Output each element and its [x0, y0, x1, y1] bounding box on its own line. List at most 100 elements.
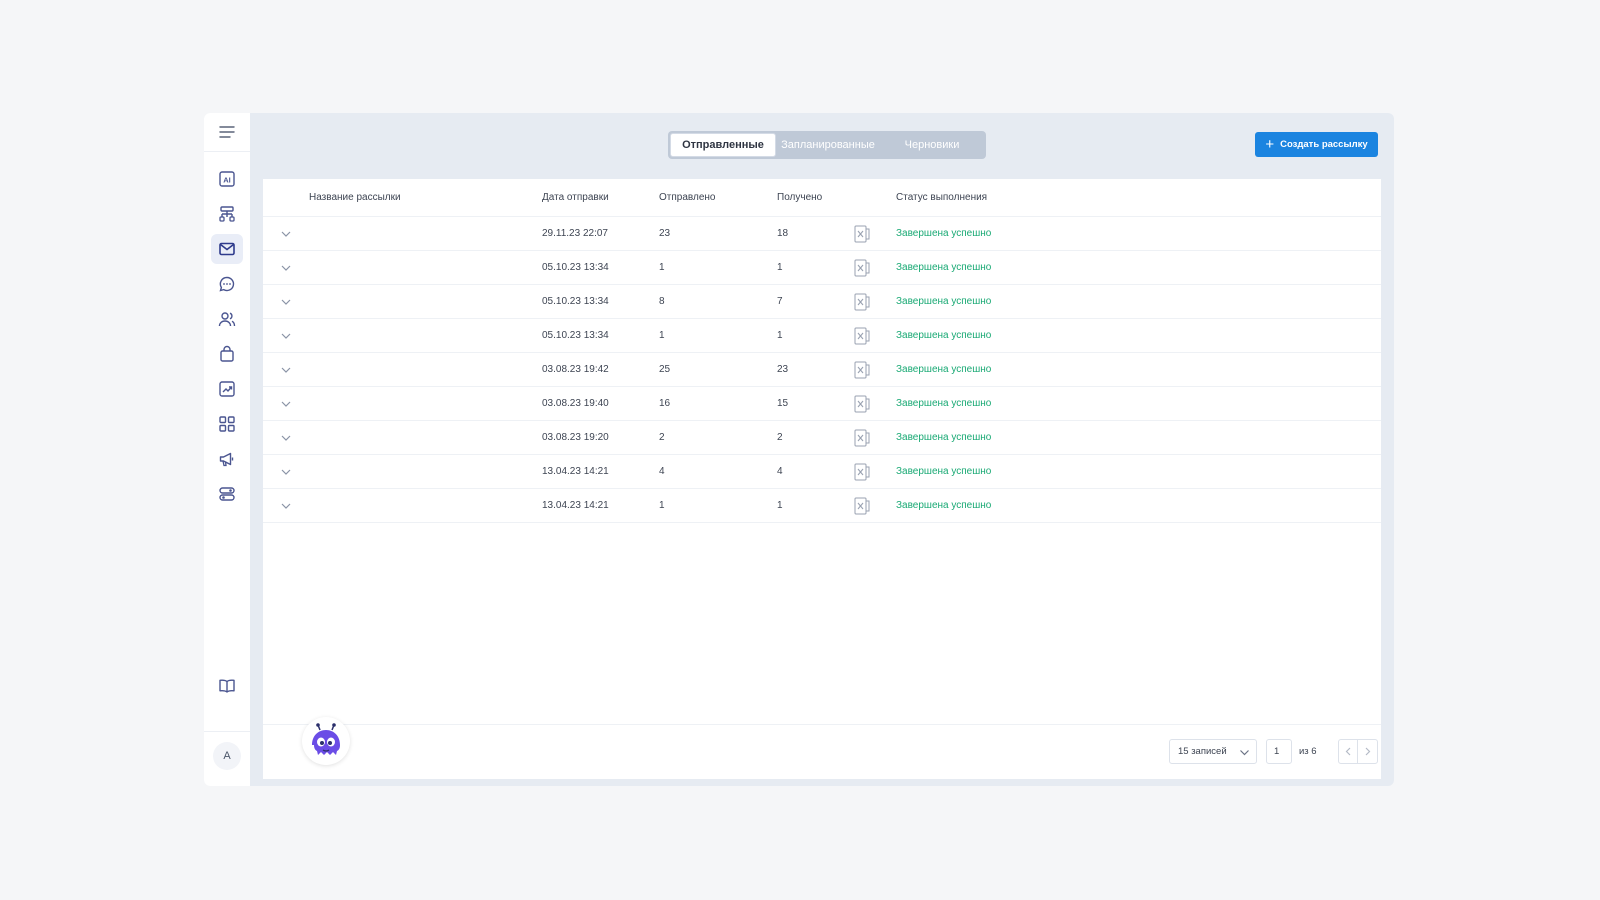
sidebar-item-analytics[interactable] [211, 374, 243, 404]
sidebar: AI A [204, 113, 250, 786]
column-header-date[interactable]: Дата отправки [542, 192, 609, 203]
sidebar-item-settings[interactable] [211, 479, 243, 509]
avatar[interactable]: A [213, 742, 241, 770]
column-header-status[interactable]: Статус выполнения [896, 192, 987, 203]
sidebar-item-chats[interactable] [211, 269, 243, 299]
sidebar-item-shop[interactable] [211, 339, 243, 369]
row-date: 03.08.23 19:20 [542, 432, 609, 443]
assistant-bot-button[interactable] [302, 717, 350, 765]
mailings-table-card: Название рассылки Дата отправки Отправле… [263, 179, 1381, 779]
chevron-down-icon[interactable] [279, 397, 293, 411]
chevron-down-icon[interactable] [279, 329, 293, 343]
row-date: 03.08.23 19:40 [542, 398, 609, 409]
mail-icon [219, 242, 235, 256]
sidebar-item-ai[interactable]: AI [211, 164, 243, 194]
excel-export-icon[interactable] [854, 293, 870, 311]
row-received: 23 [777, 364, 789, 375]
excel-export-icon[interactable] [854, 327, 870, 345]
chevron-down-icon[interactable] [279, 499, 293, 513]
robot-mascot-icon [312, 723, 340, 755]
chevron-right-icon [1365, 747, 1371, 756]
users-icon [218, 312, 236, 327]
table-row[interactable]: 05.10.23 13:34 8 7 Завершена успешно [263, 285, 1381, 319]
row-sent: 1 [659, 500, 665, 511]
sidebar-item-ads[interactable] [211, 444, 243, 474]
chat-icon [219, 276, 235, 292]
table-row[interactable]: 05.10.23 13:34 1 1 Завершена успешно [263, 319, 1381, 353]
main-area: Отправленные Запланированные Черновики +… [250, 113, 1394, 786]
table-row[interactable]: 03.08.23 19:40 16 15 Завершена успешно [263, 387, 1381, 421]
page-total-label: из 6 [1299, 746, 1317, 757]
row-sent: 8 [659, 296, 665, 307]
per-page-value: 15 записей [1178, 746, 1227, 757]
excel-export-icon[interactable] [854, 429, 870, 447]
menu-icon [219, 126, 235, 138]
row-sent: 1 [659, 330, 665, 341]
chevron-down-icon[interactable] [279, 363, 293, 377]
tab-sent[interactable]: Отправленные [670, 133, 776, 157]
excel-export-icon[interactable] [854, 259, 870, 277]
menu-button[interactable] [204, 113, 250, 152]
chevron-down-icon[interactable] [279, 227, 293, 241]
app-window: AI A Отправленные Запланированные Чернов… [204, 113, 1394, 786]
row-status: Завершена успешно [896, 500, 992, 511]
chevron-down-icon[interactable] [279, 261, 293, 275]
sidebar-item-docs[interactable] [211, 671, 243, 701]
row-status: Завершена успешно [896, 262, 992, 273]
page-number-input[interactable] [1266, 739, 1292, 764]
plus-icon: + [1265, 136, 1275, 153]
row-status: Завершена успешно [896, 364, 992, 375]
table-header: Название рассылки Дата отправки Отправле… [263, 179, 1381, 217]
tab-scheduled[interactable]: Запланированные [776, 133, 880, 157]
sidebar-item-mailings[interactable] [211, 234, 243, 264]
bag-icon [220, 345, 234, 362]
row-sent: 2 [659, 432, 665, 443]
megaphone-icon [219, 452, 234, 467]
sidebar-item-structure[interactable] [211, 199, 243, 229]
row-received: 1 [777, 262, 783, 273]
row-received: 1 [777, 330, 783, 341]
row-status: Завершена успешно [896, 296, 992, 307]
excel-export-icon[interactable] [854, 361, 870, 379]
excel-export-icon[interactable] [854, 395, 870, 413]
table-row[interactable]: 13.04.23 14:21 1 1 Завершена успешно [263, 489, 1381, 523]
row-status: Завершена успешно [896, 398, 992, 409]
table-row[interactable]: 03.08.23 19:20 2 2 Завершена успешно [263, 421, 1381, 455]
chart-icon [219, 381, 235, 397]
row-received: 18 [777, 228, 789, 239]
svg-text:AI: AI [223, 176, 231, 185]
excel-export-icon[interactable] [854, 463, 870, 481]
table-row[interactable]: 03.08.23 19:42 25 23 Завершена успешно [263, 353, 1381, 387]
row-status: Завершена успешно [896, 466, 992, 477]
row-received: 2 [777, 432, 783, 443]
column-header-sent[interactable]: Отправлено [659, 192, 715, 203]
chevron-down-icon[interactable] [279, 465, 293, 479]
book-icon [219, 679, 235, 693]
excel-export-icon[interactable] [854, 497, 870, 515]
row-status: Завершена успешно [896, 330, 992, 341]
table-row[interactable]: 05.10.23 13:34 1 1 Завершена успешно [263, 251, 1381, 285]
chevron-down-icon[interactable] [279, 431, 293, 445]
excel-export-icon[interactable] [854, 225, 870, 243]
row-status: Завершена успешно [896, 228, 992, 239]
per-page-select[interactable]: 15 записей [1169, 739, 1257, 764]
table-row[interactable]: 29.11.23 22:07 23 18 Завершена успешно [263, 217, 1381, 251]
tab-drafts[interactable]: Черновики [880, 133, 984, 157]
tab-bar: Отправленные Запланированные Черновики [668, 131, 986, 159]
ai-icon: AI [219, 171, 235, 187]
chevron-down-icon[interactable] [279, 295, 293, 309]
sidebar-item-apps[interactable] [211, 409, 243, 439]
row-sent: 4 [659, 466, 665, 477]
sidebar-item-contacts[interactable] [211, 304, 243, 334]
sitemap-icon [219, 206, 235, 222]
pager [1338, 739, 1378, 764]
column-header-name[interactable]: Название рассылки [309, 192, 401, 203]
table-row[interactable]: 13.04.23 14:21 4 4 Завершена успешно [263, 455, 1381, 489]
row-date: 03.08.23 19:42 [542, 364, 609, 375]
create-mailing-button[interactable]: + Создать рассылку [1255, 132, 1378, 157]
toggles-icon [219, 487, 235, 501]
column-header-received[interactable]: Получено [777, 192, 822, 203]
prev-page-button[interactable] [1339, 740, 1359, 763]
next-page-button[interactable] [1358, 740, 1377, 763]
row-date: 05.10.23 13:34 [542, 262, 609, 273]
